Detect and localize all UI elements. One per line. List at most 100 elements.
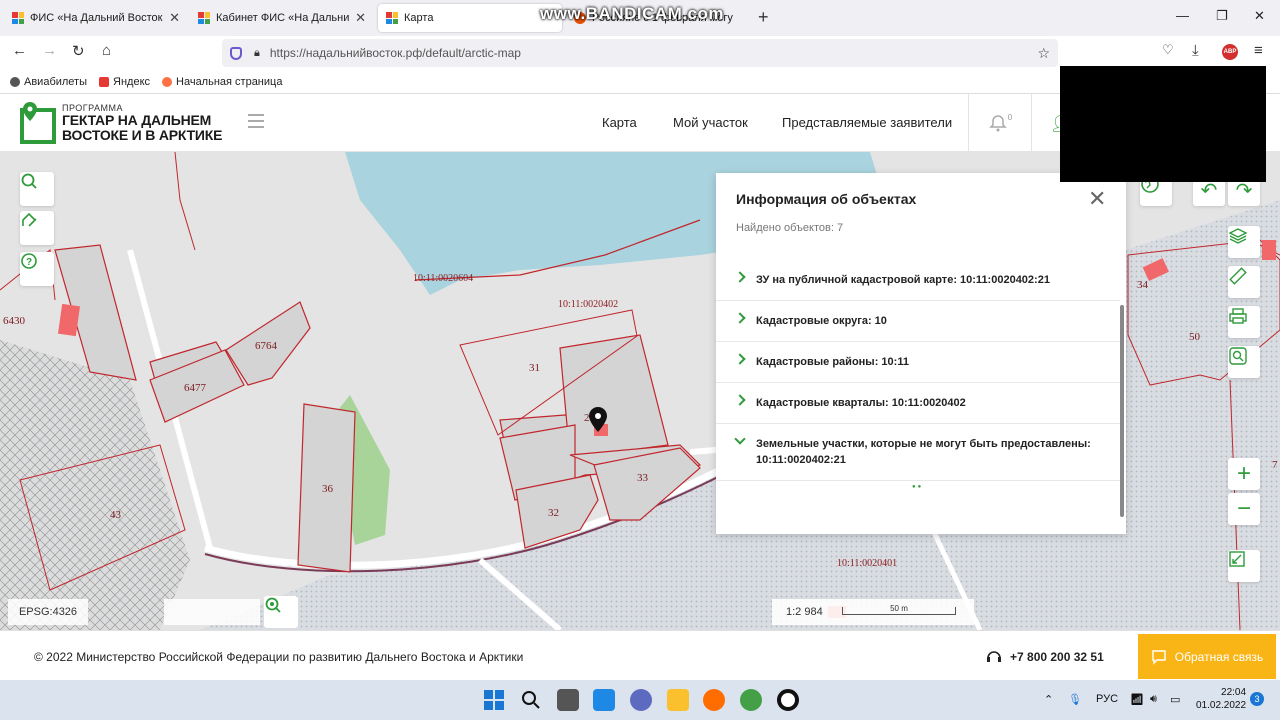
zoom-in-button[interactable]: + — [1228, 458, 1260, 490]
recording-watermark: www.BANDICAM.com — [540, 4, 724, 23]
volume-icon[interactable]: 🔊︎ — [1150, 693, 1157, 706]
block-label: 10:11:0020401 — [837, 558, 897, 569]
wifi-icon[interactable]: 📶︎ — [1130, 693, 1144, 706]
logo-icon[interactable] — [20, 102, 58, 144]
search-icon[interactable] — [520, 689, 542, 711]
fullscreen-button[interactable] — [1228, 550, 1260, 582]
battery-icon[interactable]: ▭ — [1170, 693, 1180, 706]
phone-number: +7 800 200 32 51 — [1010, 650, 1104, 664]
measure-button[interactable] — [1228, 266, 1260, 298]
bell-icon — [988, 115, 1007, 132]
bookmark-yandex[interactable]: Яндекс — [99, 76, 150, 88]
microphone-icon[interactable]: 🎙︎ — [1068, 693, 1082, 706]
panel-scrollbar[interactable] — [1120, 305, 1124, 517]
bandicam-record-icon[interactable] — [777, 689, 799, 711]
bookmark-star-icon[interactable]: ☆ — [1037, 45, 1050, 62]
search-area-button[interactable] — [1228, 346, 1260, 378]
object-row-label: Кадастровые округа: 10 — [756, 315, 887, 327]
site-footer: © 2022 Министерство Российской Федерации… — [0, 630, 1280, 680]
teams-chat-icon[interactable] — [630, 689, 652, 711]
help-button[interactable]: ? — [20, 252, 54, 286]
close-tab-icon[interactable]: ✕ — [355, 10, 366, 26]
browser-tab-active[interactable]: Карта — [378, 4, 562, 32]
utorrent-icon[interactable] — [740, 689, 762, 711]
object-row-cadastral-blocks[interactable]: Кадастровые кварталы: 10:11:0020402 — [716, 383, 1120, 424]
restore-icon[interactable]: ❐ — [1216, 8, 1228, 24]
nav-my-plot[interactable]: Мой участок — [673, 115, 748, 130]
notification-badge[interactable]: 3 — [1250, 692, 1264, 706]
chevron-right-icon — [734, 353, 746, 365]
notifications-button[interactable]: 0 — [968, 94, 1032, 152]
zoom-out-button[interactable]: − — [1228, 493, 1260, 525]
loading-indicator: ●● — [912, 484, 924, 490]
nav-represented-applicants[interactable]: Представляемые заявители — [782, 115, 952, 130]
bookmark-aviatickets[interactable]: Авиабилеты — [10, 76, 87, 88]
object-row-label: Кадастровые районы: 10:11 — [756, 356, 909, 368]
browser-tab[interactable]: ФИС «На Дальний Восток» ✕ — [4, 4, 188, 32]
parcel-label: 6430 — [3, 315, 26, 327]
pocket-icon[interactable]: ♡ — [1162, 42, 1174, 58]
minimize-icon[interactable]: — — [1176, 8, 1189, 23]
object-row-restricted-plots[interactable]: Земельные участки, которые не могут быть… — [716, 424, 1120, 481]
support-phone[interactable]: +7 800 200 32 51 — [986, 649, 1104, 665]
redaction-box — [1060, 66, 1266, 182]
tab-label: Карта — [404, 12, 434, 24]
address-bar[interactable]: 🔒︎ https://надальнийвосток.рф/default/ar… — [222, 39, 1058, 67]
downloads-icon[interactable]: ⤓ — [1192, 42, 1199, 59]
close-tab-icon[interactable]: ✕ — [169, 10, 180, 26]
home-icon[interactable]: ⌂ — [102, 42, 111, 59]
coordinates-box — [164, 599, 260, 625]
block-label: 10:11:0020604 — [413, 273, 473, 284]
object-row-public-cadastral[interactable]: ЗУ на публичной кадастровой карте: 10:11… — [716, 260, 1120, 301]
close-window-icon[interactable]: ✕ — [1254, 8, 1265, 24]
parcel-label: 32 — [548, 507, 559, 519]
nav-map[interactable]: Карта — [602, 115, 637, 130]
projection-label: EPSG:4326 — [8, 599, 88, 625]
hamburger-menu-icon[interactable] — [248, 114, 264, 132]
object-row-cadastral-districts[interactable]: Кадастровые округа: 10 — [716, 301, 1120, 342]
tracking-shield-icon[interactable] — [230, 46, 242, 60]
print-button[interactable] — [1228, 306, 1260, 338]
chevron-up-icon[interactable]: ⌃ — [1044, 693, 1053, 706]
browser-tab[interactable]: Кабинет ФИС «На Дальний Во ✕ — [190, 4, 374, 32]
reload-icon[interactable]: ↻ — [72, 42, 85, 60]
forward-icon[interactable]: → — [42, 42, 57, 59]
language-indicator[interactable]: РУС — [1096, 693, 1118, 705]
firefox-icon — [162, 76, 173, 87]
expand-icon — [1229, 551, 1245, 567]
notification-count: 0 — [1007, 112, 1013, 122]
firefox-icon[interactable] — [703, 689, 725, 711]
file-explorer-icon[interactable] — [667, 689, 689, 711]
search-icon — [21, 173, 37, 189]
system-clock[interactable]: 22:04 01.02.2022 — [1196, 686, 1246, 712]
feedback-label: Обратная связь — [1174, 649, 1264, 664]
scale-bar-label: 50 m — [890, 604, 908, 613]
chevron-right-icon — [734, 271, 746, 283]
site-favicon-icon — [12, 12, 24, 24]
adblock-icon[interactable]: ABP — [1222, 44, 1238, 60]
parcel-label: 7 — [1272, 459, 1278, 471]
lock-icon[interactable]: 🔒︎ — [254, 47, 260, 60]
url-text[interactable]: https://надальнийвосток.рф/default/arcti… — [270, 46, 521, 60]
task-view-icon[interactable] — [557, 689, 579, 711]
menu-icon[interactable]: ≡ — [1254, 42, 1263, 59]
object-row-cadastral-regions[interactable]: Кадастровые районы: 10:11 — [716, 342, 1120, 383]
back-icon[interactable]: ← — [12, 42, 27, 59]
draw-polygon-button[interactable] — [20, 211, 54, 245]
zoom-to-location-button[interactable] — [264, 596, 298, 628]
layers-button[interactable] — [1228, 226, 1260, 258]
close-icon[interactable]: ✕ — [1088, 188, 1106, 210]
site-favicon-icon — [198, 12, 210, 24]
layers-icon — [1228, 228, 1248, 244]
start-icon[interactable] — [483, 689, 505, 711]
windows-taskbar: ⌃ 🎙︎ РУС 📶︎ 🔊︎ ▭ 22:04 01.02.2022 3 — [0, 680, 1280, 720]
map-search-button[interactable] — [20, 172, 54, 206]
feedback-button[interactable]: Обратная связь — [1138, 634, 1276, 679]
bookmark-label: Авиабилеты — [24, 75, 88, 88]
object-info-panel: Информация об объектах ✕ Найдено объекто… — [716, 173, 1126, 534]
print-icon — [1229, 308, 1247, 324]
bookmark-homepage[interactable]: Начальная страница — [162, 76, 282, 88]
widgets-icon[interactable] — [593, 689, 615, 711]
new-tab-button[interactable]: + — [758, 7, 769, 28]
logo-text[interactable]: ПРОГРАММА ГЕКТАР НА ДАЛЬНЕМ ВОСТОКЕ И В … — [62, 103, 222, 143]
